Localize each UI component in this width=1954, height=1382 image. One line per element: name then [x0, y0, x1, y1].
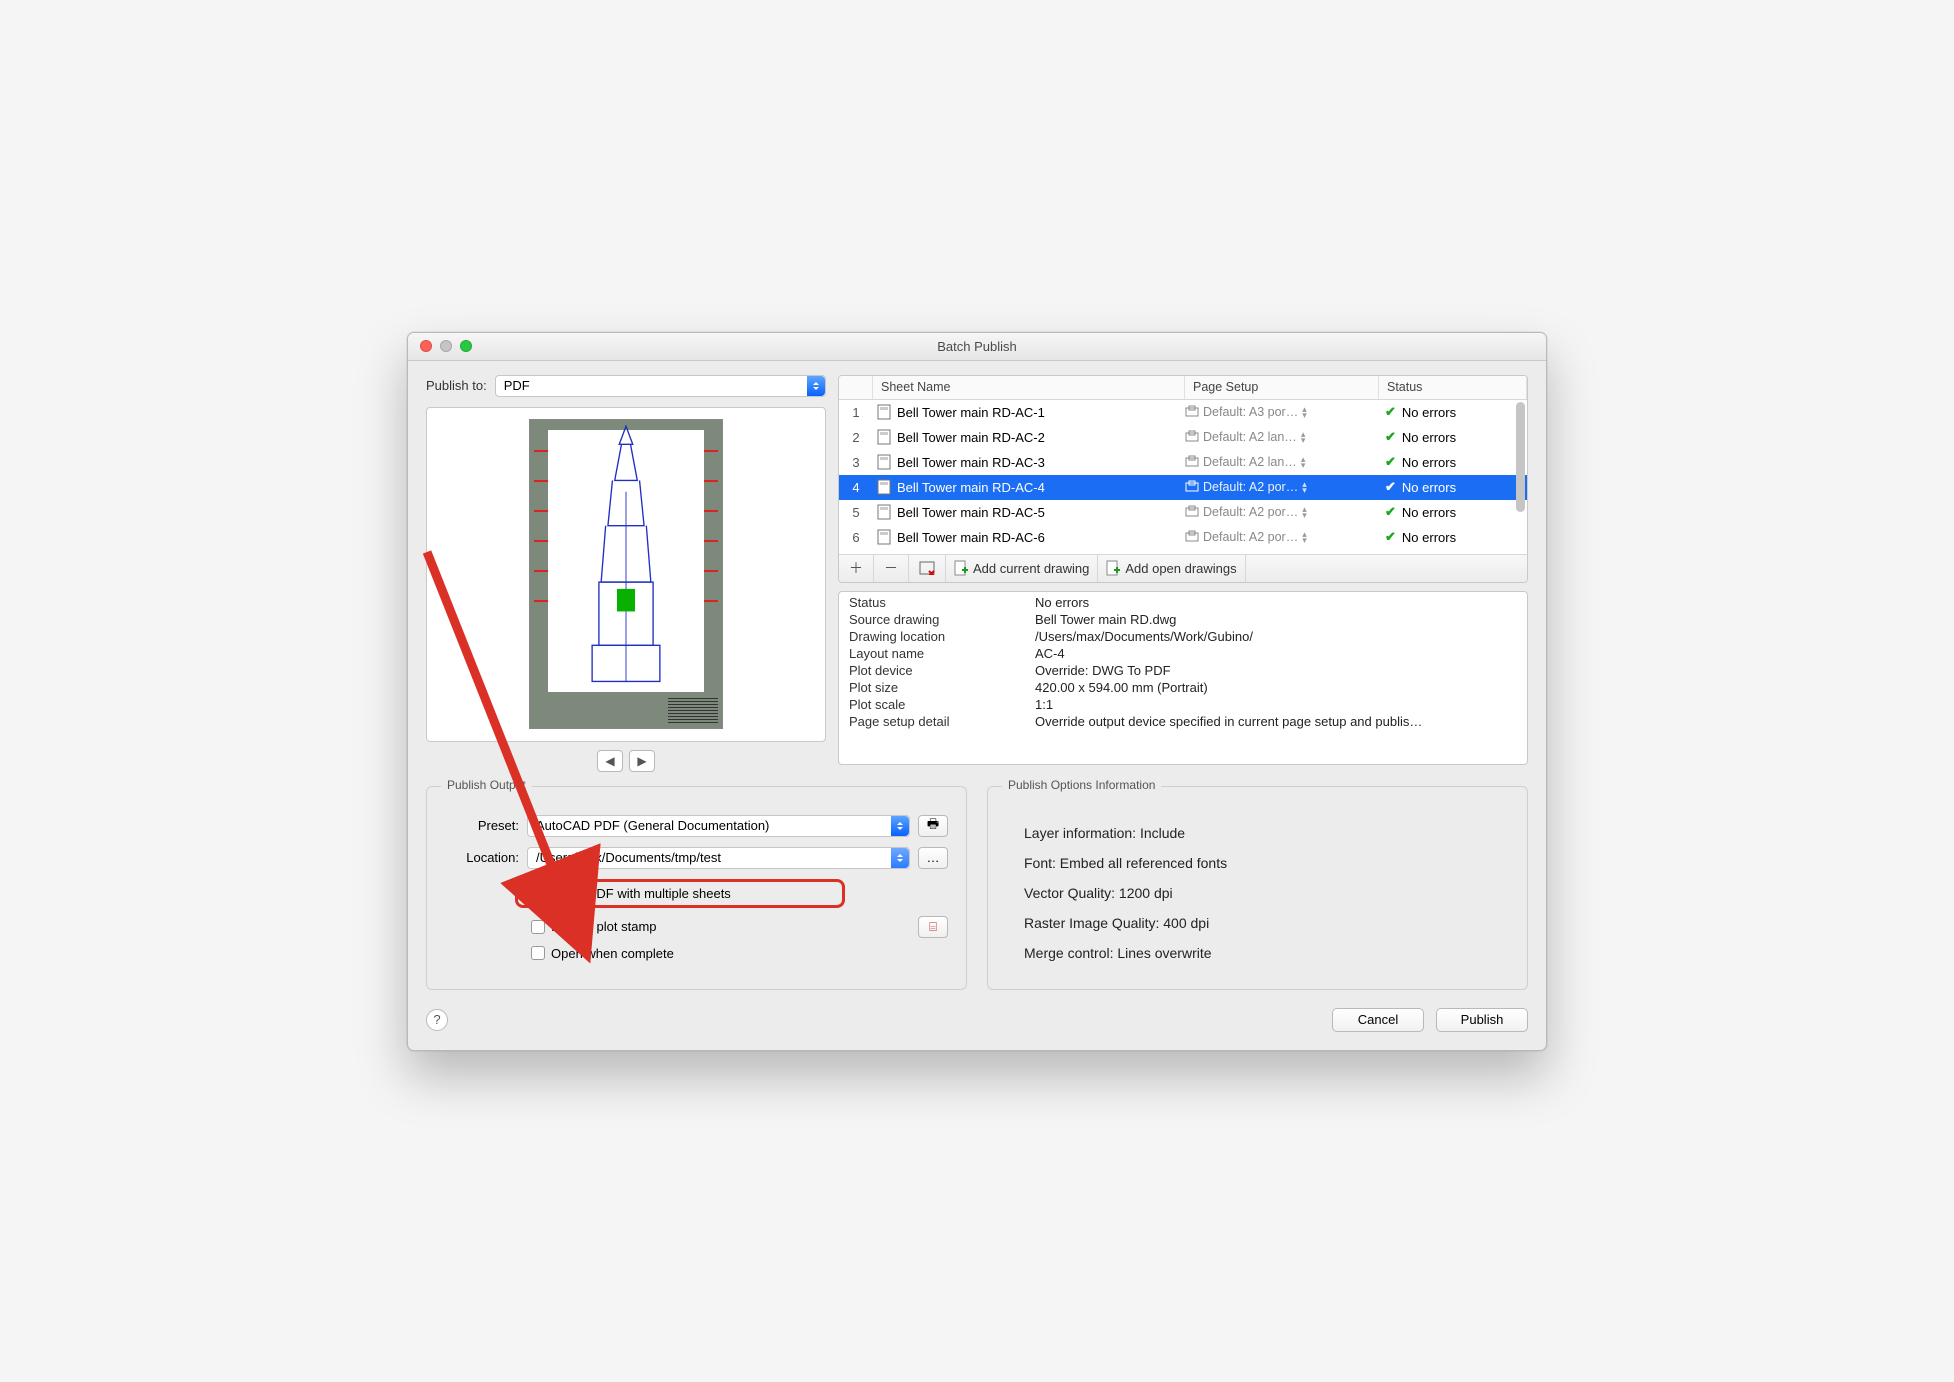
add-open-label: Add open drawings: [1125, 561, 1236, 576]
check-icon: ✔: [1385, 429, 1396, 445]
location-value: /Users/max/Documents/tmp/test: [536, 850, 721, 865]
opt-merge: Merge control: Lines overwrite: [1024, 945, 1509, 961]
publish-to-select[interactable]: PDF: [495, 375, 826, 397]
page-setup-icon: [1185, 530, 1199, 544]
page-setup-icon: [1185, 455, 1199, 469]
remove-sheet-button[interactable]: －: [874, 555, 909, 582]
opt-font: Font: Embed all referenced fonts: [1024, 855, 1509, 871]
publish-to-value: PDF: [504, 378, 530, 393]
annotation-highlight: Single PDF with multiple sheets: [515, 879, 845, 908]
layout-icon: [877, 404, 891, 420]
preset-label: Preset:: [445, 818, 519, 833]
opt-raster: Raster Image Quality: 400 dpi: [1024, 915, 1509, 931]
single-pdf-checkbox[interactable]: [528, 886, 542, 900]
col-page-setup[interactable]: Page Setup: [1185, 376, 1379, 399]
table-row[interactable]: 6Bell Tower main RD-AC-6Default: A2 por……: [839, 525, 1527, 550]
detail-value: Override output device specified in curr…: [1035, 714, 1517, 729]
table-row[interactable]: 7Bell Tower main RD-AC-7Default: A2 por……: [839, 550, 1527, 554]
detail-key: Source drawing: [849, 612, 1035, 627]
location-combo[interactable]: /Users/max/Documents/tmp/test: [527, 847, 910, 869]
table-row[interactable]: 3Bell Tower main RD-AC-3Default: A2 lan……: [839, 450, 1527, 475]
prev-sheet-button[interactable]: ◀: [597, 750, 623, 772]
layout-icon: [877, 429, 891, 445]
detail-key: Plot scale: [849, 697, 1035, 712]
check-icon: ✔: [1385, 529, 1396, 545]
chevron-down-icon: [891, 848, 909, 868]
table-row[interactable]: 2Bell Tower main RD-AC-2Default: A2 lan……: [839, 425, 1527, 450]
next-sheet-button[interactable]: ▶: [629, 750, 655, 772]
scrollbar[interactable]: [1516, 402, 1525, 512]
detail-value: Bell Tower main RD.dwg: [1035, 612, 1517, 627]
plot-stamp-label: Include plot stamp: [551, 919, 657, 934]
table-row[interactable]: 4Bell Tower main RD-AC-4Default: A2 por……: [839, 475, 1527, 500]
detail-value: No errors: [1035, 595, 1517, 610]
page-setup-icon: [1185, 505, 1199, 519]
plot-stamp-checkbox[interactable]: [531, 920, 545, 934]
preview-thumbnail: [529, 419, 723, 729]
publish-options-group: Publish Options Information Layer inform…: [987, 786, 1528, 990]
printer-icon: 🖶: [927, 815, 939, 837]
page-setup-icon: [1185, 480, 1199, 494]
preset-select[interactable]: AutoCAD PDF (General Documentation): [527, 815, 910, 837]
detail-key: Plot size: [849, 680, 1035, 695]
table-row[interactable]: 5Bell Tower main RD-AC-5Default: A2 por……: [839, 500, 1527, 525]
help-button[interactable]: ?: [426, 1009, 448, 1031]
publish-output-title: Publish Output: [441, 778, 532, 792]
layout-icon: [877, 479, 891, 495]
add-current-label: Add current drawing: [973, 561, 1089, 576]
add-current-drawing-button[interactable]: Add current drawing: [946, 555, 1098, 582]
stamp-icon: ⌸: [929, 919, 937, 935]
layout-icon: [877, 504, 891, 520]
publish-button[interactable]: Publish: [1436, 1008, 1528, 1032]
remove-drawing-button[interactable]: [909, 555, 946, 582]
col-sheet-name[interactable]: Sheet Name: [873, 376, 1185, 399]
detail-key: Page setup detail: [849, 714, 1035, 729]
sheet-details: StatusNo errorsSource drawingBell Tower …: [838, 591, 1528, 765]
opt-vector: Vector Quality: 1200 dpi: [1024, 885, 1509, 901]
single-pdf-label: Single PDF with multiple sheets: [548, 886, 731, 901]
check-icon: ✔: [1385, 479, 1396, 495]
batch-publish-window: Batch Publish Publish to: PDF: [407, 332, 1547, 1051]
detail-value: Override: DWG To PDF: [1035, 663, 1517, 678]
detail-key: Layout name: [849, 646, 1035, 661]
page-setup-icon: [1185, 405, 1199, 419]
print-settings-button[interactable]: 🖶: [918, 815, 948, 837]
window-title: Batch Publish: [408, 339, 1546, 354]
location-label: Location:: [445, 850, 519, 865]
page-setup-icon: [1185, 430, 1199, 444]
add-sheet-button[interactable]: ＋: [839, 555, 874, 582]
titlebar: Batch Publish: [408, 333, 1546, 361]
publish-to-label: Publish to:: [426, 378, 487, 393]
layout-icon: [877, 454, 891, 470]
detail-key: Plot device: [849, 663, 1035, 678]
check-icon: ✔: [1385, 404, 1396, 420]
chevron-updown-icon: [891, 816, 909, 836]
check-icon: ✔: [1385, 454, 1396, 470]
cancel-button[interactable]: Cancel: [1332, 1008, 1424, 1032]
publish-options-title: Publish Options Information: [1002, 778, 1161, 792]
col-status[interactable]: Status: [1379, 376, 1527, 399]
plot-stamp-settings-button[interactable]: ⌸: [918, 916, 948, 938]
add-open-drawings-button[interactable]: Add open drawings: [1098, 555, 1245, 582]
detail-value: 1:1: [1035, 697, 1517, 712]
opt-layer-info: Layer information: Include: [1024, 825, 1509, 841]
detail-key: Status: [849, 595, 1035, 610]
detail-value: 420.00 x 594.00 mm (Portrait): [1035, 680, 1517, 695]
sheet-list: Sheet Name Page Setup Status 1Bell Tower…: [838, 375, 1528, 583]
check-icon: ✔: [1385, 504, 1396, 520]
detail-key: Drawing location: [849, 629, 1035, 644]
publish-output-group: Publish Output Preset: AutoCAD PDF (Gene…: [426, 786, 967, 990]
chevron-updown-icon: [807, 376, 825, 396]
open-complete-label: Open when complete: [551, 946, 674, 961]
sheet-preview: [426, 407, 826, 742]
open-complete-checkbox[interactable]: [531, 946, 545, 960]
detail-value: AC-4: [1035, 646, 1517, 661]
browse-location-button[interactable]: …: [918, 847, 948, 869]
detail-value: /Users/max/Documents/Work/Gubino/: [1035, 629, 1517, 644]
preset-value: AutoCAD PDF (General Documentation): [536, 818, 769, 833]
table-row[interactable]: 1Bell Tower main RD-AC-1Default: A3 por……: [839, 400, 1527, 425]
layout-icon: [877, 529, 891, 545]
